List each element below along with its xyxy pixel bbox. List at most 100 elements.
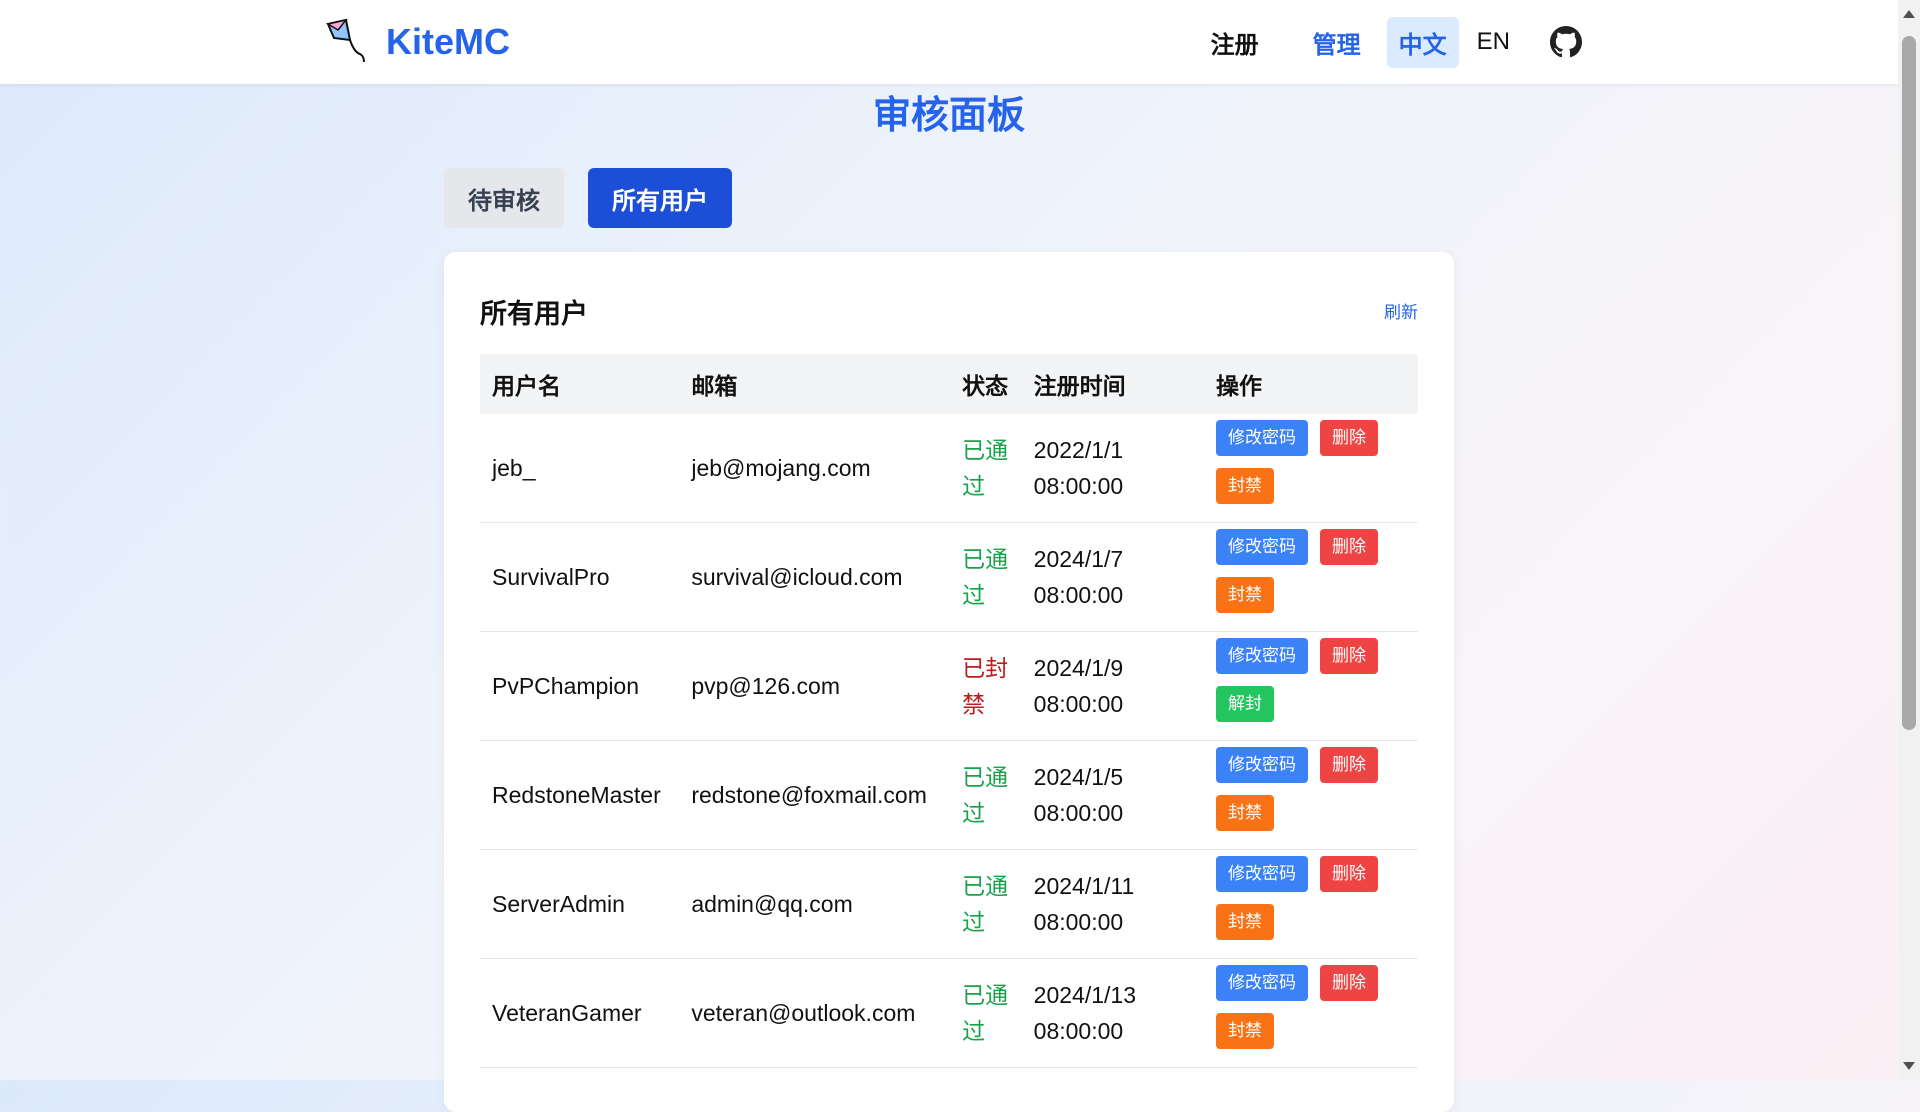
table-row: jeb_ jeb@mojang.com 已通过 2022/1/1 08:00:00 修改密… [480,414,1418,523]
status-text: 已通 [962,437,1009,463]
cell-registered: 2024/1/7 08:00:00 [1021,522,1204,632]
cell-actions: 修改密码 删除封禁 [1203,740,1418,850]
cell-email: pvp@126.com [679,631,951,741]
cell-registered: 2022/1/1 08:00:00 [1021,414,1204,523]
page-title: 审核面板 [872,95,1025,137]
cell-status: 已通过 [950,522,1022,632]
ban-button[interactable]: 封禁 [1215,904,1274,940]
ban-button[interactable]: 封禁 [1215,795,1274,831]
reg-date: 2024/1/13 [1033,982,1136,1008]
cell-username: SurvivalPro [480,522,680,632]
cell-registered: 2024/1/11 08:00:00 [1021,849,1204,959]
reg-time: 08:00:00 [1033,800,1124,826]
github-icon[interactable] [1550,26,1582,58]
tab-all-users[interactable]: 所有用户 [588,168,732,228]
unban-button[interactable]: 解封 [1215,686,1274,722]
delete-button[interactable]: 删除 [1319,747,1378,783]
cell-username: RedstoneMaster [480,740,680,850]
ban-button[interactable]: 封禁 [1215,577,1274,613]
cell-username: PvPChampion [480,631,680,741]
table-row: PvPChampion pvp@126.com 已封禁 2024/1/9 08:00:0… [480,631,1418,741]
reg-date: 2024/1/7 [1033,546,1124,572]
cell-username: VeteranGamer [480,958,680,1068]
cell-status: 已封禁 [950,631,1022,741]
scroll-down-icon[interactable] [1903,1062,1915,1070]
change-password-button[interactable]: 修改密码 [1215,420,1308,456]
cell-registered: 2024/1/5 08:00:00 [1021,740,1204,850]
brand[interactable]: KiteMC [324,18,510,66]
cell-registered: 2024/1/13 08:00:00 [1021,958,1204,1068]
status-text: 已通 [962,873,1009,899]
reg-time: 08:00:00 [1033,582,1124,608]
header-status: 状态 [950,354,1022,414]
scrollbar[interactable] [1898,0,1920,1080]
kite-icon [326,18,365,63]
reg-date: 2024/1/5 [1033,764,1124,790]
users-table: 用户名 邮箱 状态 注册时间 操作 jeb_ jeb@mojang.com 已通过 2… [480,354,1418,1068]
table-row: VeteranGamer veteran@outlook.com 已通过 2024/1… [480,958,1418,1068]
change-password-button[interactable]: 修改密码 [1215,856,1308,892]
cell-status: 已通过 [950,414,1022,523]
reg-time: 08:00:00 [1033,1018,1124,1044]
status-text: 已封 [962,655,1009,681]
cell-status: 已通过 [950,849,1022,959]
status-text-cont: 过 [962,1018,986,1044]
scroll-up-icon[interactable] [1903,10,1915,18]
cell-actions: 修改密码 删除封禁 [1203,958,1418,1068]
reg-date: 2024/1/9 [1033,655,1124,681]
status-text: 已通 [962,764,1009,790]
ban-button[interactable]: 封禁 [1215,1013,1274,1049]
cell-email: admin@qq.com [679,849,951,959]
reg-time: 08:00:00 [1033,691,1124,717]
cell-status: 已通过 [950,958,1022,1068]
status-text: 已通 [962,982,1009,1008]
delete-button[interactable]: 删除 [1319,856,1378,892]
status-text-cont: 过 [962,473,986,499]
cell-email: redstone@foxmail.com [679,740,951,850]
nav-manage-link[interactable]: 管理 [1301,19,1373,66]
change-password-button[interactable]: 修改密码 [1215,965,1308,1001]
reg-time: 08:00:00 [1033,473,1124,499]
table-row: ServerAdmin admin@qq.com 已通过 2024/1/11 08:00… [480,849,1418,959]
table-row: RedstoneMaster redstone@foxmail.com 已通过 202… [480,740,1418,850]
cell-actions: 修改密码 删除封禁 [1203,522,1418,632]
change-password-button[interactable]: 修改密码 [1215,638,1308,674]
table-header-row: 用户名 邮箱 状态 注册时间 操作 [480,354,1418,414]
reg-date: 2022/1/1 [1033,437,1124,463]
refresh-link[interactable]: 刷新 [1384,298,1418,323]
header-email: 邮箱 [679,354,951,414]
header-registered: 注册时间 [1021,354,1204,414]
tab-pending[interactable]: 待审核 [444,168,564,228]
cell-username: jeb_ [480,414,680,523]
cell-actions: 修改密码 删除解封 [1203,631,1418,741]
users-card: 所有用户 刷新 用户名 邮箱 状态 注册时间 操作 jeb_ jeb@mojang… [444,252,1454,1112]
scroll-thumb[interactable] [1902,36,1916,730]
cell-email: jeb@mojang.com [679,414,951,523]
header-username: 用户名 [480,354,680,414]
change-password-button[interactable]: 修改密码 [1215,529,1308,565]
status-text-cont: 过 [962,582,986,608]
brand-name: KiteMC [386,21,510,62]
delete-button[interactable]: 删除 [1319,529,1378,565]
cell-status: 已通过 [950,740,1022,850]
cell-registered: 2024/1/9 08:00:00 [1021,631,1204,741]
status-text-cont: 过 [962,909,986,935]
cell-email: veteran@outlook.com [679,958,951,1068]
delete-button[interactable]: 删除 [1319,638,1378,674]
cell-actions: 修改密码 删除封禁 [1203,849,1418,959]
status-text-cont: 禁 [962,691,986,717]
cell-email: survival@icloud.com [679,522,951,632]
nav-register-link[interactable]: 注册 [1199,19,1271,66]
status-text-cont: 过 [962,800,986,826]
ban-button[interactable]: 封禁 [1215,468,1274,504]
lang-zh-button[interactable]: 中文 [1386,16,1459,68]
reg-date: 2024/1/11 [1033,873,1135,899]
table-row: SurvivalPro survival@icloud.com 已通过 2024/1/… [480,522,1418,632]
change-password-button[interactable]: 修改密码 [1215,747,1308,783]
top-nav: KiteMC 注册 管理 中文 EN [0,0,1898,84]
tab-bar: 待审核 所有用户 [444,168,756,228]
delete-button[interactable]: 删除 [1319,420,1378,456]
status-text: 已通 [962,546,1009,572]
delete-button[interactable]: 删除 [1319,965,1378,1001]
lang-en-button[interactable]: EN [1465,20,1522,64]
